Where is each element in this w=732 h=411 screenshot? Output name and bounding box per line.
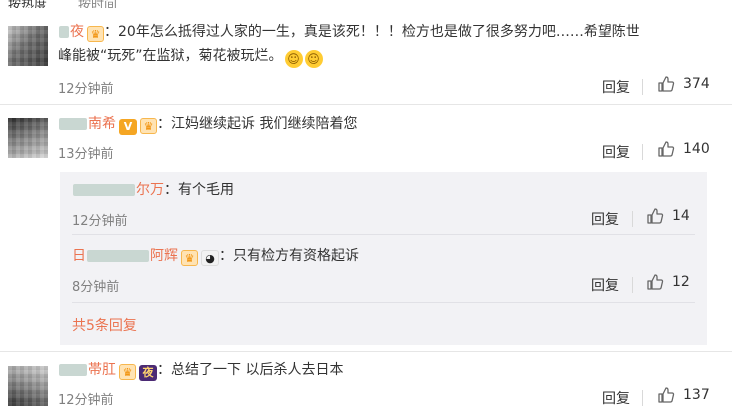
like-count: 140 <box>683 141 710 157</box>
reply-button[interactable]: 回复 <box>602 77 630 97</box>
username[interactable]: 帯肛 <box>58 362 116 378</box>
crown-badge-icon: ♛ <box>87 26 104 42</box>
divider <box>642 144 643 160</box>
timestamp: 12分钟前 <box>58 393 114 408</box>
username[interactable]: 日阿辉 <box>72 248 178 264</box>
timestamp: 12分钟前 <box>58 82 114 97</box>
like-count: 137 <box>683 387 710 403</box>
sub-reply-text: ：有个毛用 <box>164 182 234 198</box>
divider <box>632 211 633 227</box>
separator <box>0 351 732 352</box>
divider <box>632 277 633 293</box>
like-button[interactable]: 12 <box>646 273 690 291</box>
username[interactable]: 南希 <box>58 116 116 132</box>
thumbs-up-icon <box>658 387 675 403</box>
crown-badge-icon: ♛ <box>140 118 157 134</box>
sub-replies-panel: 尔万：有个毛用 12分钟前 回复 14 日阿辉 ♛ ◕ ：只有检方有资格起诉 8分钟前… <box>60 172 707 345</box>
thumbs-up-icon <box>658 141 675 157</box>
reply-button[interactable]: 回复 <box>602 388 630 408</box>
smile-emoji-icon: ☺ <box>304 50 323 68</box>
crown-badge-icon: ♛ <box>181 250 198 266</box>
like-count: 12 <box>672 274 690 290</box>
divider <box>642 79 643 95</box>
avatar[interactable] <box>8 366 48 406</box>
thumbs-up-icon <box>647 208 664 224</box>
comment-text-line2: 峰能被“玩死”在监狱，菊花被玩烂。 <box>58 48 283 64</box>
timestamp: 13分钟前 <box>58 147 114 162</box>
night-badge: 夜 <box>139 365 157 381</box>
comment-body: 夜 ♛ ：20年怎么抵得过人家的一生，真是该死！！！检方也是做了很多努力吧……希望陈… <box>58 20 723 68</box>
username[interactable]: 夜 <box>58 24 84 40</box>
divider <box>642 390 643 406</box>
comment-text: ：总结了一下 以后杀人去日本 <box>157 362 344 378</box>
more-replies-link[interactable]: 共5条回复 <box>72 315 137 335</box>
thumbs-up-icon <box>658 76 675 92</box>
separator <box>72 234 695 235</box>
separator <box>72 302 695 303</box>
like-button[interactable]: 374 <box>657 75 710 93</box>
smile-emoji-icon: ☺ <box>284 50 303 68</box>
like-button[interactable]: 14 <box>646 207 690 225</box>
like-count: 374 <box>683 76 710 92</box>
sub-reply-text: ：只有检方有资格起诉 <box>219 248 359 264</box>
thumbs-up-icon <box>647 274 664 290</box>
separator <box>0 104 732 105</box>
timestamp: 8分钟前 <box>72 280 120 295</box>
sort-tabs: 按热度 按时间 <box>0 0 732 8</box>
reply-button[interactable]: 回复 <box>591 275 619 295</box>
timestamp: 12分钟前 <box>72 214 128 229</box>
sub-reply-body: 尔万：有个毛用 <box>72 178 234 202</box>
verified-v-icon: V <box>119 119 137 135</box>
tab-by-hot[interactable]: 按热度 <box>8 0 47 8</box>
sub-reply-body: 日阿辉 ♛ ◕ ：只有检方有资格起诉 <box>72 244 359 268</box>
panda-icon: ◕ <box>201 250 219 266</box>
crown-badge-icon: ♛ <box>119 364 136 380</box>
comment-body: 帯肛 ♛ 夜：总结了一下 以后杀人去日本 <box>58 358 343 382</box>
like-button[interactable]: 140 <box>657 140 710 158</box>
comment-text: ：江妈继续起诉 我们继续陪着您 <box>157 116 358 132</box>
reply-button[interactable]: 回复 <box>591 209 619 229</box>
avatar[interactable] <box>8 118 48 158</box>
tab-by-time[interactable]: 按时间 <box>78 0 117 8</box>
comment-body: 南希 V ♛ ：江妈继续起诉 我们继续陪着您 <box>58 112 357 136</box>
like-button[interactable]: 137 <box>657 386 710 404</box>
reply-button[interactable]: 回复 <box>602 142 630 162</box>
comment-text: ：20年怎么抵得过人家的一生，真是该死！！！检方也是做了很多努力吧……希望陈世 <box>104 24 640 40</box>
avatar[interactable] <box>8 26 48 66</box>
like-count: 14 <box>672 208 690 224</box>
username[interactable]: 尔万 <box>72 182 164 198</box>
